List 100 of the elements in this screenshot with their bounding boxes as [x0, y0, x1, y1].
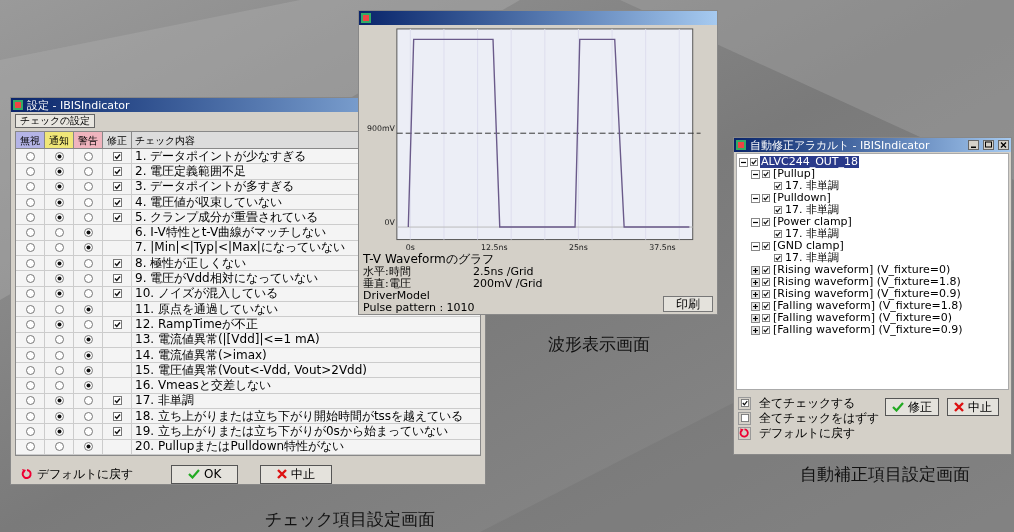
radio-button[interactable] [25, 442, 35, 452]
checkbox[interactable] [774, 254, 782, 262]
checkbox[interactable] [740, 414, 749, 422]
reset-label[interactable]: デフォルトに戻す [759, 426, 855, 440]
radio-button[interactable] [83, 319, 93, 329]
radio-button[interactable] [25, 197, 35, 207]
reset-button[interactable]: デフォルトに戻す [21, 466, 133, 482]
radio-button[interactable] [54, 289, 64, 299]
radio-button[interactable] [83, 411, 93, 421]
radio-button[interactable] [83, 166, 93, 176]
tree-item[interactable]: [Rising waveform] (V_fixture=0.9) [772, 288, 962, 300]
tab[interactable]: チェックの設定 [15, 114, 95, 128]
tree-item[interactable]: [Rising waveform] (V_fixture=0) [772, 264, 952, 276]
radio-button[interactable] [54, 365, 64, 375]
tree-item[interactable]: [Falling waveform] (V_fixture=0) [772, 312, 953, 324]
radio-button[interactable] [54, 381, 64, 391]
radio-button[interactable] [54, 350, 64, 360]
checkbox[interactable] [750, 158, 758, 166]
expand-icon[interactable] [751, 313, 760, 323]
close-icon[interactable] [998, 140, 1009, 150]
radio-button[interactable] [83, 350, 93, 360]
tree-item[interactable]: [Pulldown] [772, 192, 832, 204]
checkbox[interactable] [112, 289, 122, 299]
radio-button[interactable] [25, 304, 35, 314]
tree-item[interactable]: [GND clamp] [772, 240, 845, 252]
radio-button[interactable] [25, 212, 35, 222]
radio-button[interactable] [54, 182, 64, 192]
checkbox[interactable] [762, 266, 770, 274]
radio-button[interactable] [25, 182, 35, 192]
radio-button[interactable] [83, 304, 93, 314]
checkbox[interactable] [762, 194, 770, 202]
checkbox[interactable] [112, 319, 122, 329]
expand-icon[interactable] [751, 325, 760, 335]
checkbox[interactable] [762, 290, 770, 298]
radio-button[interactable] [25, 258, 35, 268]
tree-item[interactable]: 17. 非単調 [784, 252, 840, 264]
radio-button[interactable] [25, 381, 35, 391]
tree-item[interactable]: [Falling waveform] (V_fixture=0.9) [772, 324, 964, 336]
radio-button[interactable] [54, 228, 64, 238]
checkbox[interactable] [774, 182, 782, 190]
checkbox[interactable] [112, 197, 122, 207]
checkbox[interactable] [112, 182, 122, 192]
radio-button[interactable] [83, 365, 93, 375]
checkbox[interactable] [774, 206, 782, 214]
radio-button[interactable] [54, 411, 64, 421]
radio-button[interactable] [25, 350, 35, 360]
radio-button[interactable] [25, 411, 35, 421]
checkbox[interactable] [774, 230, 782, 238]
radio-button[interactable] [54, 274, 64, 283]
radio-button[interactable] [25, 335, 35, 345]
tree-item[interactable]: ALVC244_OUT_18 [760, 156, 860, 168]
expand-icon[interactable] [751, 289, 760, 299]
radio-button[interactable] [83, 258, 93, 268]
checkbox[interactable] [112, 411, 122, 421]
radio-button[interactable] [25, 365, 35, 375]
tree-item[interactable]: [Rising waveform] (V_fixture=1.8) [772, 276, 962, 288]
radio-button[interactable] [54, 166, 64, 176]
checkbox[interactable] [762, 170, 770, 178]
checkbox[interactable] [762, 326, 770, 334]
checkbox[interactable] [762, 218, 770, 226]
checkbox[interactable] [112, 212, 122, 222]
radio-button[interactable] [54, 319, 64, 329]
expand-icon[interactable] [751, 301, 760, 311]
collapse-icon[interactable] [751, 193, 760, 203]
radio-button[interactable] [25, 427, 35, 436]
tree-item[interactable]: 17. 非単調 [784, 204, 840, 216]
radio-button[interactable] [83, 151, 93, 161]
radio-button[interactable] [25, 319, 35, 329]
radio-button[interactable] [54, 304, 64, 314]
radio-button[interactable] [25, 228, 35, 238]
collapse-icon[interactable] [751, 241, 760, 251]
radio-button[interactable] [83, 243, 93, 253]
minimize-icon[interactable] [968, 140, 979, 150]
maximize-icon[interactable] [983, 140, 994, 150]
checkbox[interactable] [112, 274, 122, 283]
checkbox[interactable] [762, 314, 770, 322]
radio-button[interactable] [83, 442, 93, 452]
expand-icon[interactable] [751, 265, 760, 275]
checkbox[interactable] [112, 427, 122, 436]
checkbox[interactable] [740, 399, 749, 407]
fix-button[interactable]: 修正 [885, 398, 939, 416]
checkbox[interactable] [112, 396, 122, 406]
checkbox[interactable] [762, 302, 770, 310]
radio-button[interactable] [83, 197, 93, 207]
radio-button[interactable] [83, 289, 93, 299]
radio-button[interactable] [54, 335, 64, 345]
checkbox[interactable] [112, 166, 122, 176]
radio-button[interactable] [83, 274, 93, 283]
radio-button[interactable] [83, 182, 93, 192]
radio-button[interactable] [25, 166, 35, 176]
radio-button[interactable] [54, 212, 64, 222]
collapse-icon[interactable] [751, 217, 760, 227]
option-label[interactable]: 全てチェックする [759, 396, 855, 410]
tree-item[interactable]: [Falling waveform] (V_fixture=1.8) [772, 300, 964, 312]
radio-button[interactable] [54, 151, 64, 161]
collapse-icon[interactable] [751, 169, 760, 179]
print-button[interactable]: 印刷 [663, 296, 713, 312]
radio-button[interactable] [54, 197, 64, 207]
radio-button[interactable] [25, 289, 35, 299]
tree-item[interactable]: 17. 非単調 [784, 228, 840, 240]
